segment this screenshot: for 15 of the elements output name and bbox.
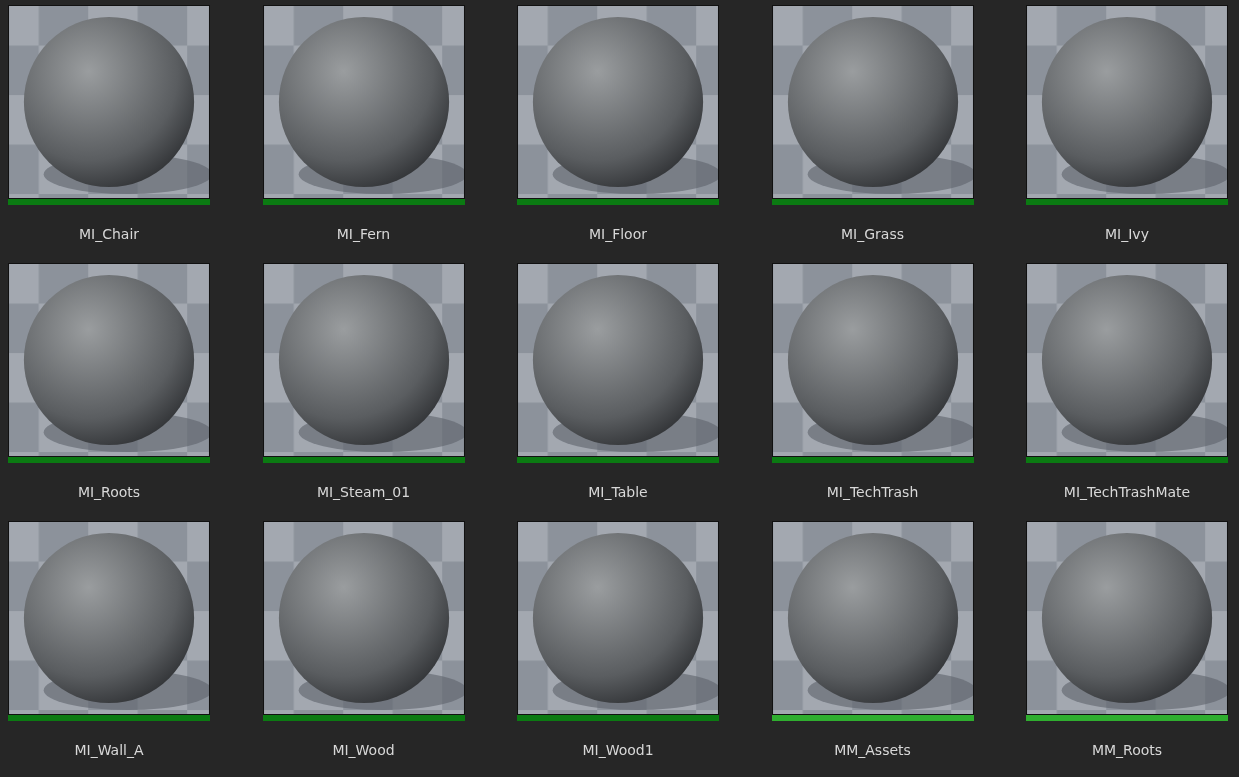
asset-name[interactable]: MI_Wood: [332, 742, 395, 758]
asset-name[interactable]: MI_Steam_01: [316, 484, 411, 500]
asset-name[interactable]: MI_Ivy: [1105, 226, 1149, 242]
asset-name[interactable]: MI_Table: [588, 484, 648, 500]
asset-name[interactable]: MM_Roots: [1091, 742, 1163, 758]
asset-name[interactable]: MI_Grass: [841, 226, 904, 242]
asset-name[interactable]: MI_TechTrash: [826, 484, 919, 500]
asset-name[interactable]: MI_Roots: [77, 484, 141, 500]
asset-name[interactable]: MI_TechTrashMate: [1063, 484, 1191, 500]
asset-name[interactable]: MM_Assets: [834, 742, 911, 758]
asset-name[interactable]: MI_Wall_A: [74, 742, 144, 758]
asset-name[interactable]: MI_Wood1: [582, 742, 654, 758]
asset-name[interactable]: MI_Chair: [78, 226, 140, 242]
asset-name[interactable]: MI_Floor: [588, 226, 647, 242]
asset-name[interactable]: MI_Fern: [336, 226, 391, 242]
